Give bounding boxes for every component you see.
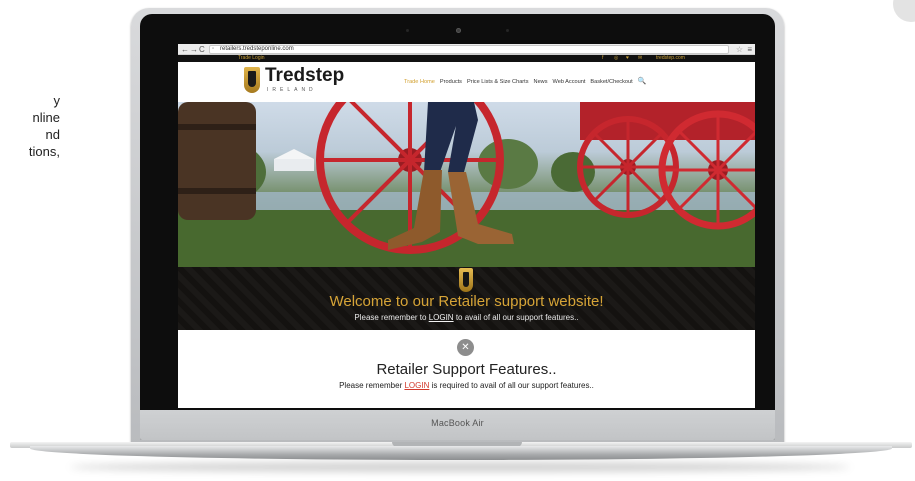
main-nav: Trade Home Products Price Lists & Size C… <box>404 78 646 88</box>
reload-button[interactable]: C <box>199 45 205 54</box>
side-caption-line: nd <box>45 127 60 142</box>
features-sub-text: is required to avail of all our support … <box>429 381 594 390</box>
features-sub-text: Please remember <box>339 381 405 390</box>
welcome-sub-text: Please remember to <box>354 313 429 322</box>
laptop-lid: ← → C ▫ retailers.tredsteponline.com ☆ ≡… <box>131 8 784 446</box>
tredstep-badge-icon <box>459 268 473 292</box>
stage: y nline nd tions, ← → C ▫ retailers.tred… <box>0 0 915 481</box>
welcome-banner: Welcome to our Retailer support website!… <box>178 267 755 330</box>
forward-button[interactable]: → <box>190 45 198 54</box>
nav-products[interactable]: Products <box>440 78 462 88</box>
browser-toolbar: ← → C ▫ retailers.tredsteponline.com ☆ ≡ <box>178 44 755 55</box>
tree <box>551 152 595 192</box>
trade-login-link[interactable]: Trade Login <box>238 55 265 62</box>
tent <box>274 159 314 171</box>
instagram-icon[interactable]: ◎ <box>614 55 618 62</box>
welcome-sub-text: to avail of all our support features.. <box>453 313 579 322</box>
search-icon[interactable]: 🔍 <box>638 78 647 88</box>
back-button[interactable]: ← <box>181 45 189 54</box>
side-caption: y nline nd tions, <box>0 92 60 160</box>
corner-decoration <box>893 0 915 22</box>
barrel-hoop <box>178 188 256 194</box>
sensor-dot <box>406 29 409 32</box>
laptop-shadow <box>70 462 850 472</box>
camera-icon <box>456 28 461 33</box>
nav-basket-checkout[interactable]: Basket/Checkout <box>590 78 632 88</box>
nav-price-lists[interactable]: Price Lists & Size Charts <box>467 78 529 88</box>
tent-roof <box>274 149 314 159</box>
side-caption-line: tions, <box>28 144 60 159</box>
model-name: MacBook Air <box>431 418 484 428</box>
side-caption-line: nline <box>32 110 60 125</box>
welcome-title: Welcome to our Retailer support website! <box>329 293 604 310</box>
welcome-subtitle: Please remember to LOGIN to avail of all… <box>178 312 755 323</box>
barrel <box>178 102 256 220</box>
top-email-link[interactable]: tredstep.com <box>656 55 685 62</box>
features-title: Retailer Support Features.. <box>376 361 557 378</box>
features-subtitle: Please remember LOGIN is required to ava… <box>178 380 755 391</box>
site-top-strip: Trade Login f ◎ ♥ ✉ tredstep.com <box>178 55 755 62</box>
features-section: ✕ Retailer Support Features.. Please rem… <box>178 330 755 408</box>
nav-web-account[interactable]: Web Account <box>553 78 586 88</box>
nav-news[interactable]: News <box>534 78 548 88</box>
facebook-icon[interactable]: f <box>602 55 603 62</box>
bookmark-star-icon[interactable]: ☆ <box>736 45 743 54</box>
hero-image <box>178 102 755 267</box>
browser-menu-icon[interactable]: ≡ <box>747 45 752 54</box>
email-icon[interactable]: ✉ <box>638 55 642 62</box>
barrel-hoop <box>178 124 256 130</box>
page-icon: ▫ <box>212 46 215 52</box>
tools-icon: ✕ <box>457 339 474 356</box>
sensor-dot <box>506 29 509 32</box>
url-text: retailers.tredsteponline.com <box>220 46 294 52</box>
welcome-login-link[interactable]: LOGIN <box>429 313 454 322</box>
nav-trade-home[interactable]: Trade Home <box>404 78 435 88</box>
laptop-base <box>30 446 892 460</box>
features-login-link[interactable]: LOGIN <box>404 381 429 390</box>
twitter-icon[interactable]: ♥ <box>626 55 629 62</box>
side-caption-line: y <box>53 93 61 108</box>
tree <box>478 139 538 189</box>
address-bar[interactable]: ▫ retailers.tredsteponline.com <box>209 45 729 54</box>
screen: ← → C ▫ retailers.tredsteponline.com ☆ ≡… <box>178 44 755 408</box>
laptop-chin: MacBook Air <box>140 410 775 440</box>
hero-illustration <box>178 102 755 267</box>
logo-subtitle: IRELAND <box>267 87 317 93</box>
logo-name[interactable]: Tredstep <box>265 65 344 87</box>
laptop-bezel: ← → C ▫ retailers.tredsteponline.com ☆ ≡… <box>140 14 775 440</box>
logo-shield-icon[interactable] <box>244 67 260 93</box>
site-header: Tredstep IRELAND Trade Home Products Pri… <box>178 62 755 102</box>
